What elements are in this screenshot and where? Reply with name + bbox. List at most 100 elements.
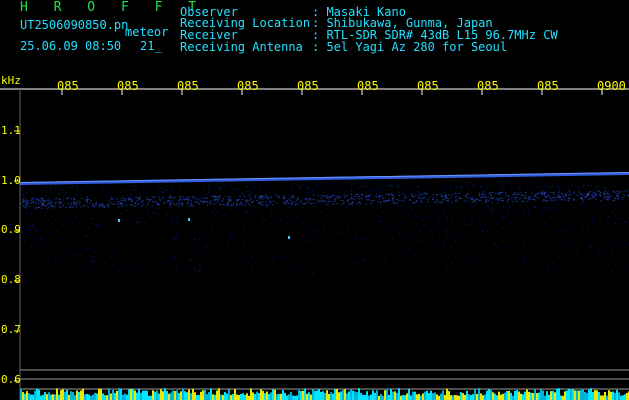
noise-dot (450, 209, 452, 210)
noise-dot (133, 185, 135, 187)
noise-dot (611, 269, 613, 271)
band-dot (60, 207, 62, 209)
noise-dot (561, 231, 563, 233)
noise-dot (91, 260, 93, 262)
band-dot (400, 200, 403, 202)
band-dot (527, 197, 530, 199)
noise-dot (511, 218, 513, 220)
band-dot (595, 194, 598, 196)
noise-dot (222, 202, 224, 204)
noise-dot (365, 238, 367, 240)
noise-dot (411, 185, 413, 187)
noise-dot (378, 187, 380, 188)
band-dot (142, 200, 144, 202)
power-bar (102, 393, 104, 400)
power-bar (216, 390, 218, 400)
noise-dot (408, 185, 410, 187)
power-bar (298, 390, 300, 400)
power-bar (462, 393, 464, 400)
noise-dot (315, 185, 317, 186)
band-dot (369, 194, 372, 196)
band-dot (412, 202, 415, 204)
noise-dot (569, 231, 571, 233)
band-dot (325, 200, 327, 202)
band-dot (479, 197, 482, 199)
band-dot (458, 198, 460, 199)
band-dot (304, 198, 307, 200)
noise-dot (623, 254, 624, 256)
band-dot (284, 203, 286, 205)
noise-dot (87, 226, 89, 228)
band-dot (194, 201, 196, 203)
band-dot (137, 204, 139, 205)
band-dot (445, 196, 447, 198)
noise-dot (185, 186, 187, 188)
noise-dot (209, 225, 211, 227)
noise-dot (445, 227, 447, 229)
band-dot (245, 202, 247, 203)
band-dot (367, 195, 370, 197)
band-dot (330, 200, 332, 202)
power-bar (546, 391, 548, 400)
noise-dot (250, 193, 252, 195)
noise-dot (626, 233, 628, 235)
band-dot (213, 200, 216, 202)
power-bar (210, 388, 212, 400)
noise-dot (266, 229, 268, 231)
noise-dot (444, 246, 446, 248)
noise-dot (479, 226, 481, 227)
band-dot (541, 194, 543, 195)
noise-dot (485, 253, 487, 255)
noise-dot (186, 271, 188, 273)
power-bar (616, 389, 618, 400)
power-bar (64, 391, 66, 400)
band-dot (42, 202, 44, 204)
band-dot (171, 200, 174, 202)
noise-dot (103, 185, 105, 187)
noise-dot (290, 230, 292, 232)
power-bar (540, 389, 542, 400)
noise-dot (427, 260, 429, 262)
noise-dot (414, 234, 415, 236)
power-bar (352, 390, 354, 400)
noise-dot (441, 217, 442, 219)
band-dot (76, 202, 79, 204)
band-dot (54, 202, 57, 204)
noise-dot (245, 185, 247, 187)
noise-dot (609, 240, 611, 241)
band-dot (188, 196, 190, 198)
band-dot (485, 200, 487, 202)
power-bar (128, 389, 130, 400)
noise-dot (469, 242, 471, 244)
noise-dot (549, 186, 551, 188)
band-dot (588, 192, 590, 194)
noise-dot (314, 206, 316, 208)
noise-dot (602, 262, 604, 264)
power-bar (536, 393, 538, 400)
band-dot (396, 198, 398, 200)
band-dot (604, 191, 606, 193)
band-dot (328, 198, 330, 200)
band-dot (170, 197, 172, 199)
noise-dot (519, 190, 521, 192)
noise-dot (388, 185, 390, 186)
noise-dot (292, 227, 294, 229)
noise-dot (125, 258, 127, 260)
band-dot (524, 197, 526, 199)
band-dot (487, 196, 489, 198)
power-bar (44, 391, 46, 400)
noise-dot (439, 234, 440, 236)
noise-dot (627, 217, 629, 219)
noise-dot (92, 208, 94, 210)
noise-dot (492, 255, 494, 257)
noise-dot (221, 188, 222, 190)
noise-dot (374, 253, 376, 255)
noise-dot (390, 185, 392, 186)
band-dot (416, 200, 418, 202)
power-bar (318, 388, 320, 400)
noise-dot (472, 205, 473, 207)
noise-dot (252, 268, 253, 270)
noise-dot (95, 250, 97, 252)
noise-dot (587, 185, 589, 187)
noise-dot (375, 245, 377, 247)
